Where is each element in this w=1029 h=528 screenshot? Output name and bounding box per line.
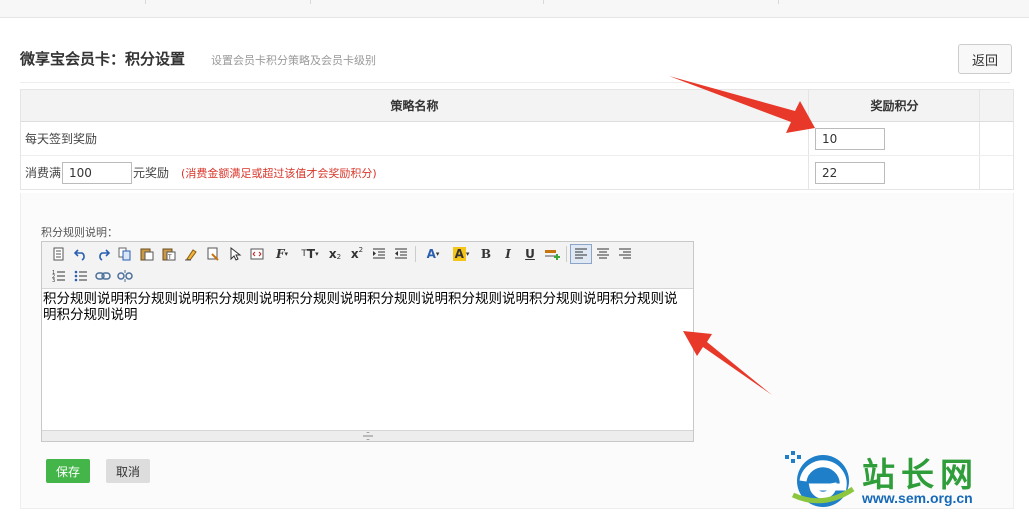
back-button[interactable]: 返回 [958, 44, 1012, 74]
strategy-cell: 消费满 100 元奖励 (消费金额满足或超过该值才会奖励积分) [21, 156, 809, 189]
link-icon[interactable] [92, 266, 114, 286]
font-color-icon[interactable]: A ▾ [419, 244, 447, 264]
toolbar-separator [415, 246, 416, 262]
points-cell: 22 [810, 156, 980, 189]
underline-icon[interactable]: U [519, 244, 541, 264]
cancel-button[interactable]: 取消 [106, 459, 150, 483]
italic-icon[interactable]: I [497, 244, 519, 264]
consumption-threshold-input[interactable]: 100 [62, 161, 133, 184]
top-bar-divider [543, 0, 544, 4]
empty-cell [981, 156, 1013, 189]
redo-icon[interactable] [92, 244, 114, 264]
toolbar-row-2: 123 [48, 266, 136, 286]
table-row-daily-checkin: 每天签到奖励 10 [21, 122, 1013, 156]
points-strategy-table: 策略名称 奖励积分 每天签到奖励 10 消费满 100 元奖励 (消费金额满足或… [20, 89, 1014, 190]
clear-format-icon[interactable] [180, 244, 202, 264]
ordered-list-icon[interactable]: 123 [48, 266, 70, 286]
paste-icon[interactable] [136, 244, 158, 264]
align-left-icon[interactable] [570, 244, 592, 264]
editor-toolbar: T F ▾ T T ▾ x2 x2 A ▾ A ▾ B I U 1 2 3 [42, 242, 693, 289]
top-bar-divider [145, 0, 146, 4]
table-row-consumption: 消费满 100 元奖励 (消费金额满足或超过该值才会奖励积分) 22 [21, 156, 1013, 189]
fullscreen-icon[interactable] [246, 244, 268, 264]
top-bar-divider [778, 0, 779, 4]
format-brush-icon[interactable] [202, 244, 224, 264]
consumption-label-suffix: 元奖励 [133, 166, 170, 180]
align-right-icon[interactable] [614, 244, 636, 264]
column-header-points: 奖励积分 [810, 90, 980, 121]
daily-checkin-points-input[interactable]: 10 [815, 127, 885, 150]
font-family-icon[interactable]: F ▾ [268, 244, 296, 264]
superscript-icon[interactable]: x2 [346, 244, 368, 264]
highlight-color-icon[interactable]: A ▾ [447, 244, 475, 264]
select-icon[interactable] [224, 244, 246, 264]
toolbar-separator [566, 246, 567, 262]
page-title: 微享宝会员卡：积分设置 [20, 50, 186, 68]
watermark-url: www.sem.org.cn [862, 490, 973, 506]
save-button[interactable]: 保存 [46, 459, 90, 483]
horizontal-rule-icon[interactable] [541, 244, 563, 264]
top-bar-divider [310, 0, 311, 4]
editor-content[interactable]: 积分规则说明积分规则说明积分规则说明积分规则说明积分规则说明积分规则说明积分规则… [43, 291, 688, 323]
copy-icon[interactable] [114, 244, 136, 264]
svg-text:T: T [167, 254, 172, 261]
watermark-logo-icon [785, 451, 855, 507]
editor-resize-handle[interactable] [42, 430, 693, 441]
consumption-hint: (消费金额满足或超过该值才会奖励积分) [181, 166, 377, 180]
unordered-list-icon[interactable] [70, 266, 92, 286]
paste-text-icon[interactable]: T [158, 244, 180, 264]
align-center-icon[interactable] [592, 244, 614, 264]
rich-text-editor: T F ▾ T T ▾ x2 x2 A ▾ A ▾ B I U 1 2 3 积分… [41, 241, 694, 442]
table-header-row: 策略名称 奖励积分 [21, 90, 1013, 122]
svg-text:3: 3 [52, 278, 55, 283]
undo-icon[interactable] [70, 244, 92, 264]
font-size-icon[interactable]: T T ▾ [296, 244, 324, 264]
watermark-text: 站长网 [862, 455, 979, 494]
points-cell: 10 [810, 122, 980, 155]
subscript-icon[interactable]: x2 [324, 244, 346, 264]
column-header-empty [981, 90, 1013, 121]
rules-label: 积分规则说明： [41, 226, 118, 239]
outdent-icon[interactable] [390, 244, 412, 264]
unlink-icon[interactable] [114, 266, 136, 286]
divider [20, 82, 1010, 83]
top-bar [0, 0, 1029, 18]
consumption-label-prefix: 消费满 [25, 166, 62, 180]
strategy-cell: 每天签到奖励 [21, 122, 809, 155]
bold-icon[interactable]: B [475, 244, 497, 264]
empty-cell [981, 122, 1013, 155]
consumption-points-input[interactable]: 22 [815, 161, 885, 184]
source-icon[interactable] [48, 244, 70, 264]
toolbar-row-1: T F ▾ T T ▾ x2 x2 A ▾ A ▾ B I U [48, 244, 636, 264]
column-header-strategy: 策略名称 [21, 90, 809, 121]
page-subtitle: 设置会员卡积分策略及会员卡级别 [211, 54, 376, 67]
resize-grip-icon [362, 432, 373, 440]
strategy-label-daily-checkin: 每天签到奖励 [25, 132, 98, 146]
indent-icon[interactable] [368, 244, 390, 264]
